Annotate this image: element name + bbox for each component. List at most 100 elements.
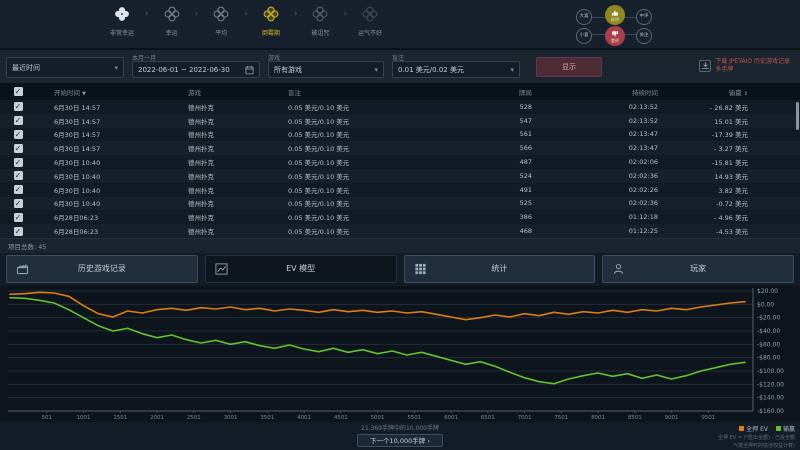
game-select[interactable]: 所有游戏 ▾ (268, 61, 384, 78)
y-axis-label: $0.00 (757, 301, 774, 308)
x-axis-label: 4501 (334, 415, 348, 421)
table-row[interactable]: ✓6月30日 14:57德州扑克0.05 美元/0.10 美元56602:13:… (0, 141, 800, 155)
cell-hands: 468 (474, 227, 536, 235)
clover-icon (312, 6, 328, 26)
blind-select[interactable]: 0.01 美元/0.02 美元 ▾ (392, 61, 520, 78)
cell-win: 14.93 美元 (662, 171, 800, 181)
column-header-hands[interactable]: 牌局 (474, 87, 536, 97)
y-axis-label: -$20.00 (757, 315, 780, 322)
cell-win: -17.39 美元 (662, 129, 800, 139)
luck-level-2[interactable]: 平均 (203, 6, 239, 37)
row-checkbox[interactable]: ✓ (14, 185, 23, 194)
luck-level-label: 非常幸运 (110, 28, 134, 37)
column-header-game[interactable]: 游戏 (184, 87, 284, 97)
row-checkbox[interactable]: ✓ (14, 227, 23, 236)
cell-win: 3.82 美元 (662, 185, 800, 195)
cell-blind: 0.05 美元/0.10 美元 (284, 185, 474, 195)
chevron-down-icon: ▾ (374, 66, 378, 74)
rating-badge-top-right[interactable]: 中评 (636, 9, 652, 25)
table-scrollbar[interactable] (796, 102, 799, 130)
rating-badge-top-left[interactable]: 大喜 (576, 9, 592, 25)
cell-game: 德州扑克 (184, 116, 284, 126)
table-row[interactable]: ✓6月30日 10:40德州扑克0.05 美元/0.10 美元52402:02:… (0, 169, 800, 183)
cell-game: 德州扑克 (184, 198, 284, 208)
cell-blind: 0.05 美元/0.10 美元 (284, 143, 474, 153)
cell-start-time: 6月30日 14:57 (36, 116, 184, 126)
calendar-icon (245, 65, 254, 75)
ev-chart-canvas: $20.00$0.00-$20.00-$40.00-$60.00-$80.00-… (0, 286, 800, 422)
table-row[interactable]: ✓6月30日 10:40德州扑克0.05 美元/0.10 美元52502:02:… (0, 197, 800, 211)
rating-badge-bottom-left[interactable]: 小喜 (576, 28, 592, 44)
tab-3[interactable]: 玩家 (602, 255, 794, 283)
row-checkbox[interactable]: ✓ (14, 213, 23, 222)
x-axis-label: 6501 (481, 415, 495, 421)
column-header-start-time[interactable]: 开始时间▼ (36, 87, 184, 97)
luck-level-label: 被诅咒 (311, 28, 329, 37)
fine-print-line1: 全押 EV = (*胜出全额) - 已投全额 (718, 435, 795, 442)
total-count: 项目总数: 45 (8, 241, 47, 251)
tab-label: 统计 (405, 263, 595, 274)
luck-level-label: 平均 (215, 28, 227, 37)
row-checkbox[interactable]: ✓ (14, 130, 23, 139)
next-hands-button[interactable]: 下一个10,000手牌 › (357, 434, 443, 447)
date-range-input[interactable]: 2022-06-01 ~ 2022-06-30 (132, 61, 260, 78)
x-axis-label: 2001 (150, 415, 164, 421)
sort-desc-icon: ▼ (82, 91, 86, 97)
arrow-separator-icon: › (195, 6, 199, 22)
cell-blind: 0.05 美元/0.10 美元 (284, 212, 474, 222)
table-row[interactable]: ✓6月28日06:23德州扑克0.05 美元/0.10 美元38601:12:1… (0, 210, 800, 224)
cell-blind: 0.05 美元/0.10 美元 (284, 102, 474, 112)
tab-0[interactable]: 历史游戏记录 (6, 255, 198, 283)
table-row[interactable]: ✓6月30日 14:57德州扑克0.05 美元/0.10 美元52802:13:… (0, 100, 800, 114)
time-range-select[interactable]: 最近时间 ▾ (6, 57, 124, 78)
cell-duration: 02:02:26 (536, 186, 662, 194)
table-row[interactable]: ✓6月30日 14:57德州扑克0.05 美元/0.10 美元54702:13:… (0, 114, 800, 128)
row-checkbox[interactable]: ✓ (14, 116, 23, 125)
total-bar: 项目总数: 45 (0, 238, 800, 253)
ev-chart: $20.00$0.00-$20.00-$40.00-$60.00-$80.00-… (0, 286, 800, 422)
luck-level-0[interactable]: 非常幸运 (104, 6, 140, 37)
luck-level-1[interactable]: 幸运 (154, 6, 190, 37)
tab-1-active[interactable]: EV 模型 (205, 255, 397, 283)
luck-level-4[interactable]: 被诅咒 (302, 6, 338, 37)
thumbs-down-badge[interactable]: 差评 (605, 26, 625, 46)
cell-duration: 02:02:06 (536, 158, 662, 166)
show-button[interactable]: 显示 (536, 57, 602, 77)
arrow-separator-icon: › (145, 6, 149, 22)
row-checkbox[interactable]: ✓ (14, 199, 23, 208)
download-button[interactable]: 下载 JPETAIO 历史游戏记录 多手牌 (695, 56, 794, 75)
tab-2[interactable]: 统计 (404, 255, 596, 283)
row-checkbox[interactable]: ✓ (14, 158, 23, 167)
luck-level-3[interactable]: 倒霉期 (253, 6, 289, 37)
y-axis-label: -$120.00 (757, 381, 784, 388)
x-axis-label: 3501 (260, 415, 274, 421)
column-header-duration[interactable]: 持续时间 (536, 87, 662, 97)
select-all-checkbox[interactable]: ✓ (14, 87, 23, 96)
luck-level-5[interactable]: 运气不好 (352, 6, 388, 37)
table-row[interactable]: ✓6月30日 10:40德州扑克0.05 美元/0.10 美元49102:02:… (0, 183, 800, 197)
row-checkbox[interactable]: ✓ (14, 171, 23, 180)
cell-start-time: 6月28日06:23 (36, 212, 184, 222)
thumbs-up-badge[interactable]: 好评 (605, 5, 625, 25)
y-axis-label: -$140.00 (757, 395, 784, 402)
x-axis-label: 9501 (701, 415, 715, 421)
cell-hands: 487 (474, 158, 536, 166)
row-checkbox[interactable]: ✓ (14, 144, 23, 153)
tab-label: EV 模型 (206, 263, 396, 274)
column-header-blind[interactable]: 盲注 (284, 87, 474, 97)
cell-hands: 525 (474, 199, 536, 207)
y-axis-label: -$40.00 (757, 328, 780, 335)
cell-duration: 02:13:47 (536, 144, 662, 152)
row-checkbox[interactable]: ✓ (14, 102, 23, 111)
clover-icon (263, 6, 279, 26)
rating-badge-bottom-right[interactable]: 关注 (636, 28, 652, 44)
table-row[interactable]: ✓6月30日 10:40德州扑克0.05 美元/0.10 美元48702:02:… (0, 155, 800, 169)
luck-scale: 非常幸运›幸运›平均›倒霉期›被诅咒›运气不好 (104, 6, 388, 37)
chart-footer: 21,369手牌中的10,000手牌 下一个10,000手牌 › 全押 EV输赢… (0, 422, 800, 450)
cell-game: 德州扑克 (184, 171, 284, 181)
table-row[interactable]: ✓6月30日 14:57德州扑克0.05 美元/0.10 美元56102:13:… (0, 128, 800, 142)
legend-swatch (776, 426, 781, 431)
table-row[interactable]: ✓6月28日06:23德州扑克0.05 美元/0.10 美元46801:12:2… (0, 224, 800, 238)
cell-win: - 4.96 美元 (662, 212, 800, 222)
column-header-win[interactable]: 输赢↕ (662, 87, 800, 97)
